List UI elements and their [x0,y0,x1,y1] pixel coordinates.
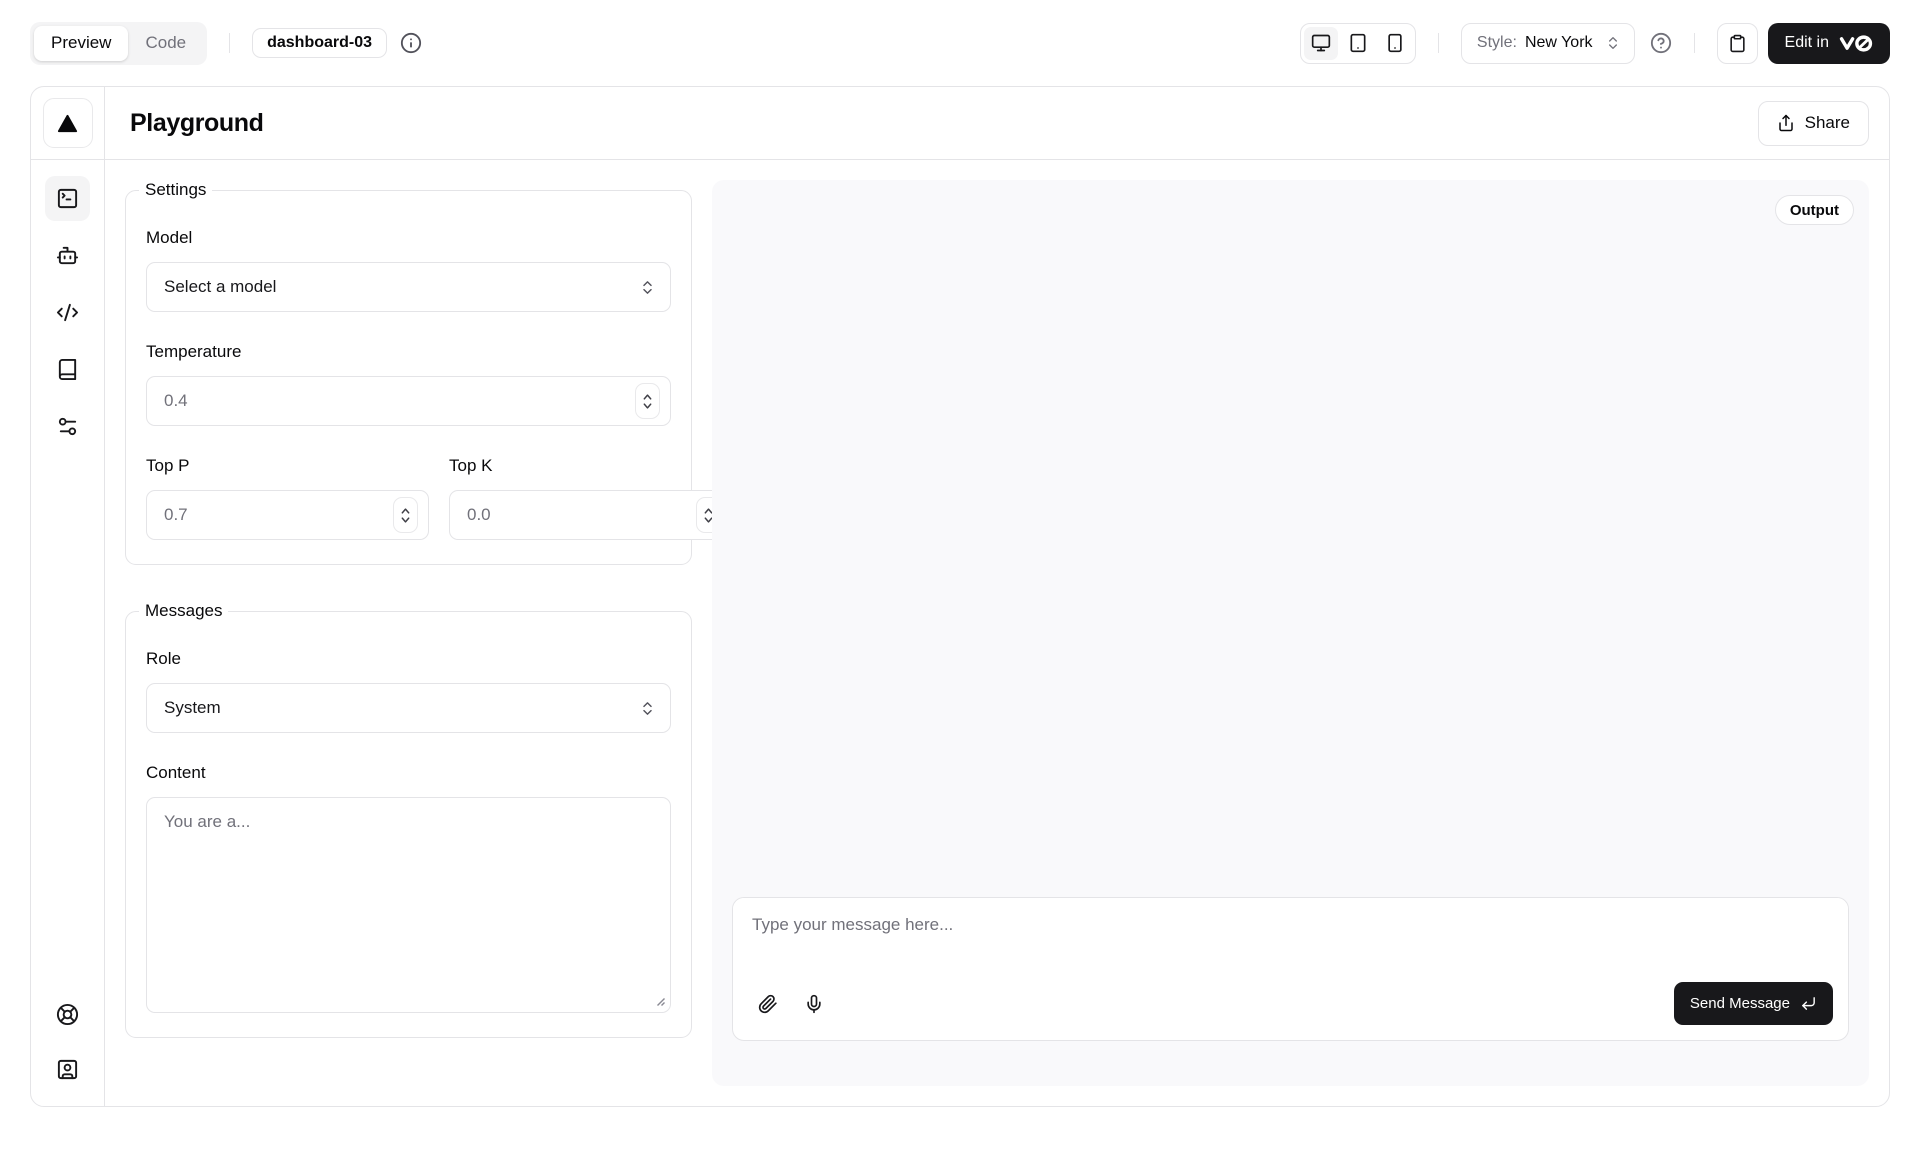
device-toggle-group [1300,23,1416,64]
bot-icon[interactable] [45,233,90,278]
top-p-label: Top P [146,456,429,476]
tab-code[interactable]: Code [128,26,203,61]
top-k-input[interactable] [467,491,688,539]
sidebar-bottom [45,992,90,1106]
composer-toolbar: Send Message [733,972,1848,1040]
temperature-input[interactable] [164,377,627,425]
model-label: Model [146,228,671,248]
separator [1694,33,1695,53]
role-field: Role System [146,649,671,733]
tab-preview[interactable]: Preview [34,26,128,61]
separator [1438,33,1439,53]
sliders-icon[interactable] [45,404,90,449]
code-icon[interactable] [45,290,90,335]
stepper-arrows-icon[interactable] [393,497,418,533]
share-button-label: Share [1805,113,1850,133]
view-tabs: Preview Code [30,22,207,65]
corner-down-left-icon [1800,995,1817,1012]
messages-fieldset: Messages Role System Content [125,601,692,1038]
content-area: Settings Model Select a model Temperatur… [105,160,1889,1106]
mic-icon[interactable] [794,984,834,1024]
model-field: Model Select a model [146,228,671,312]
content-field: Content [146,763,671,1013]
terminal-icon[interactable] [45,176,90,221]
help-icon[interactable] [1650,32,1672,54]
page-title: Playground [130,109,264,138]
style-select[interactable]: Style: New York [1461,23,1635,64]
message-composer: Send Message [732,897,1849,1041]
preview-frame: Playground Share Settings Model Select a… [30,86,1890,1107]
page-header: Playground Share [105,87,1889,160]
role-label: Role [146,649,671,669]
main-column: Playground Share Settings Model Select a… [105,87,1889,1106]
clipboard-icon[interactable] [1717,23,1758,64]
chevrons-up-down-icon [639,700,656,717]
sidebar-head [31,87,104,160]
output-panel: Output Send Message [712,180,1869,1086]
toolbar-right-group: Style: New York Edit in [1300,23,1890,64]
top-k-input-wrap [449,490,732,540]
triangle-logo-icon[interactable] [43,98,93,148]
content-textarea[interactable] [146,797,671,1013]
top-k-label: Top K [449,456,732,476]
paperclip-icon[interactable] [748,984,788,1024]
output-badge: Output [1775,195,1854,225]
book-icon[interactable] [45,347,90,392]
top-p-field: Top P [146,456,429,540]
edit-in-v0-label: Edit in [1785,34,1829,52]
top-k-field: Top K [449,456,732,540]
stepper-arrows-icon[interactable] [635,383,660,419]
role-select-value: System [164,698,639,718]
monitor-icon[interactable] [1304,27,1338,60]
settings-fieldset: Settings Model Select a model Temperatur… [125,180,692,565]
tablet-icon[interactable] [1341,27,1375,60]
style-select-label: Style: [1477,34,1517,52]
temperature-field: Temperature [146,342,671,426]
sidebar [31,87,105,1106]
v0-logo-icon [1839,35,1873,52]
model-select[interactable]: Select a model [146,262,671,312]
share-button[interactable]: Share [1758,101,1869,146]
settings-legend: Settings [139,180,212,200]
user-square-icon[interactable] [45,1047,90,1092]
chevrons-up-down-icon [639,279,656,296]
share-icon [1777,114,1795,132]
separator [229,33,230,53]
send-message-button[interactable]: Send Message [1674,982,1833,1025]
top-p-input-wrap [146,490,429,540]
top-p-k-row: Top P Top K [146,456,671,540]
info-icon[interactable] [400,32,422,54]
temperature-input-wrap [146,376,671,426]
top-toolbar: Preview Code dashboard-03 Style: New Yor… [0,0,1920,86]
role-select[interactable]: System [146,683,671,733]
send-message-label: Send Message [1690,995,1790,1012]
sidebar-nav [45,160,90,449]
smartphone-icon[interactable] [1378,27,1412,60]
settings-form: Settings Model Select a model Temperatur… [125,180,692,1086]
style-select-value: New York [1525,34,1593,52]
edit-in-v0-button[interactable]: Edit in [1768,23,1890,64]
chevrons-up-down-icon [1605,35,1621,51]
block-name-badge: dashboard-03 [252,28,387,58]
content-label: Content [146,763,671,783]
temperature-label: Temperature [146,342,671,362]
messages-legend: Messages [139,601,228,621]
model-select-value: Select a model [164,277,639,297]
life-buoy-icon[interactable] [45,992,90,1037]
top-p-input[interactable] [164,491,385,539]
message-input[interactable] [733,898,1848,972]
